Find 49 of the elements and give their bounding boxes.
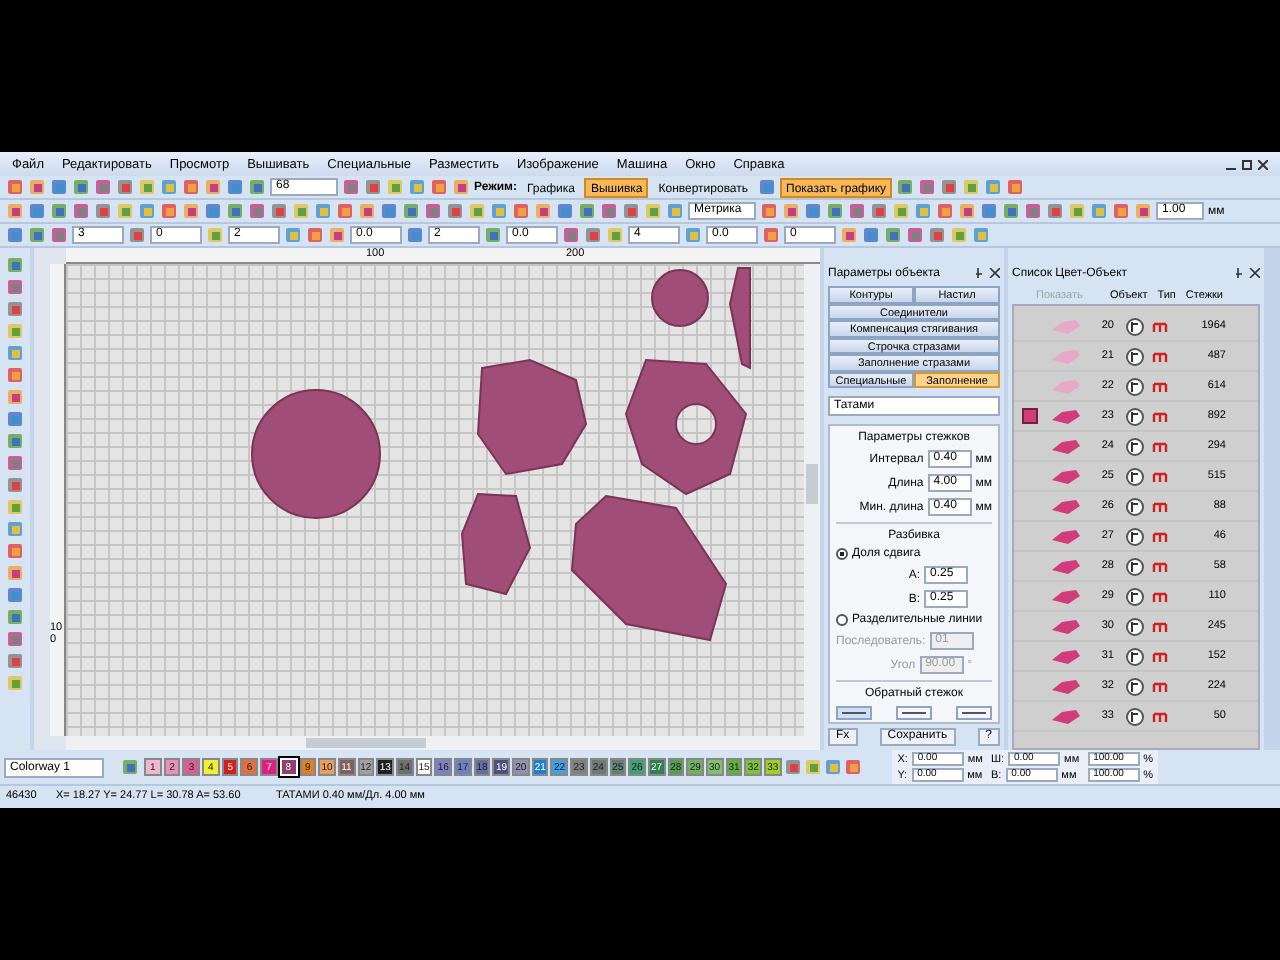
object-thumbnail[interactable] [1052,589,1080,603]
pin-close-icon[interactable] [976,268,1000,278]
object-thumbnail[interactable] [1052,559,1080,573]
thread-icon[interactable] [118,758,142,776]
color-block-icon[interactable] [1022,408,1038,424]
stitch-type-icon [1126,647,1170,665]
object-thumbnail[interactable] [1052,679,1080,693]
stitch-type-icon [1126,677,1170,695]
object-thumbnail[interactable] [1052,619,1080,633]
object-thumbnail[interactable] [1052,709,1080,723]
close-icon[interactable] [1258,159,1268,169]
stitch-type-icon [1126,467,1170,485]
embroidery-shape[interactable] [461,492,532,596]
backstitch-option-icon[interactable] [956,706,992,720]
stitch-type-icon [1126,317,1170,335]
object-thumbnail[interactable] [1052,319,1080,333]
design-canvas[interactable] [66,264,804,736]
stitch-type-icon [1126,497,1170,515]
pin-close-icon[interactable] [1236,268,1260,278]
restore-icon[interactable] [1242,159,1252,169]
object-thumbnail[interactable] [1052,529,1080,543]
embroidery-shape[interactable] [251,389,381,519]
object-thumbnail[interactable] [1052,349,1080,363]
stitch-type-icon [1126,557,1170,575]
radio-button[interactable] [836,548,848,560]
object-thumbnail[interactable] [1052,649,1080,663]
stitch-type-icon [1126,377,1170,395]
vertical-scrollbar[interactable] [804,264,820,736]
embroidery-shape[interactable] [625,359,747,495]
backstitch-option-icon[interactable] [896,706,932,720]
stitch-type-icon [1126,617,1170,635]
embroidery-shape[interactable] [477,358,588,476]
embroidery-shape[interactable] [651,269,709,327]
object-thumbnail[interactable] [1052,379,1080,393]
backstitch-option-icon[interactable] [836,706,872,720]
object-thumbnail[interactable] [1052,409,1080,423]
horizontal-scrollbar[interactable] [66,736,820,750]
stitch-type-icon [1126,527,1170,545]
stitch-type-icon [1126,347,1170,365]
stitch-type-icon [1126,437,1170,455]
object-thumbnail[interactable] [1052,499,1080,513]
object-thumbnail[interactable] [1052,469,1080,483]
stitch-type-icon [1126,407,1170,425]
embroidery-shape[interactable] [728,267,751,370]
stitch-type-icon [1126,707,1170,725]
stitch-type-icon [1126,587,1170,605]
radio-button[interactable] [836,614,848,626]
embroidery-shape[interactable] [570,494,728,642]
object-thumbnail[interactable] [1052,439,1080,453]
